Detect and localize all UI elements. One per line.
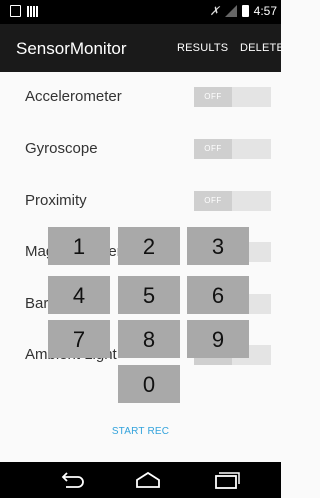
toggle-state: OFF	[194, 139, 232, 159]
sensor-toggle[interactable]: OFF	[194, 191, 271, 211]
sensor-row-accelerometer: Accelerometer OFF	[0, 72, 281, 124]
results-button[interactable]: RESULTS	[177, 42, 228, 54]
key-7[interactable]: 7	[48, 320, 110, 358]
nfc-icon: ✗	[209, 4, 220, 18]
status-bar: ✗ 4:57	[0, 0, 281, 24]
delete-button[interactable]: DELETE	[240, 42, 284, 54]
sensor-row-proximity: Proximity OFF	[0, 176, 281, 228]
key-3[interactable]: 3	[187, 227, 249, 265]
sensor-row-gyroscope: Gyroscope OFF	[0, 124, 281, 176]
key-8[interactable]: 8	[118, 320, 180, 358]
app-bar: SensorMonitor RESULTS DELETE	[0, 24, 284, 72]
signal-icon	[224, 5, 237, 17]
home-icon[interactable]	[134, 471, 162, 489]
key-9[interactable]: 9	[187, 320, 249, 358]
key-2[interactable]: 2	[118, 227, 180, 265]
start-rec-button[interactable]: START REC	[0, 426, 281, 437]
status-time: 4:57	[253, 4, 277, 18]
notification-box-icon	[10, 5, 21, 17]
toggle-state: OFF	[194, 87, 232, 107]
toggle-state: OFF	[194, 191, 232, 211]
key-5[interactable]: 5	[118, 276, 180, 314]
sensor-label: Proximity	[25, 192, 87, 209]
nav-bar	[0, 462, 281, 498]
key-4[interactable]: 4	[48, 276, 110, 314]
sensor-label: Gyroscope	[25, 140, 98, 157]
sensor-toggle[interactable]: OFF	[194, 139, 271, 159]
recents-icon[interactable]	[212, 471, 240, 489]
app-title: SensorMonitor	[16, 39, 127, 58]
key-1[interactable]: 1	[48, 227, 110, 265]
battery-icon	[241, 5, 249, 17]
key-0[interactable]: 0	[118, 365, 180, 403]
sensor-toggle[interactable]: OFF	[194, 87, 271, 107]
back-icon[interactable]	[58, 471, 86, 489]
barcode-icon	[27, 5, 39, 17]
sensor-label: Accelerometer	[25, 88, 122, 105]
key-6[interactable]: 6	[187, 276, 249, 314]
